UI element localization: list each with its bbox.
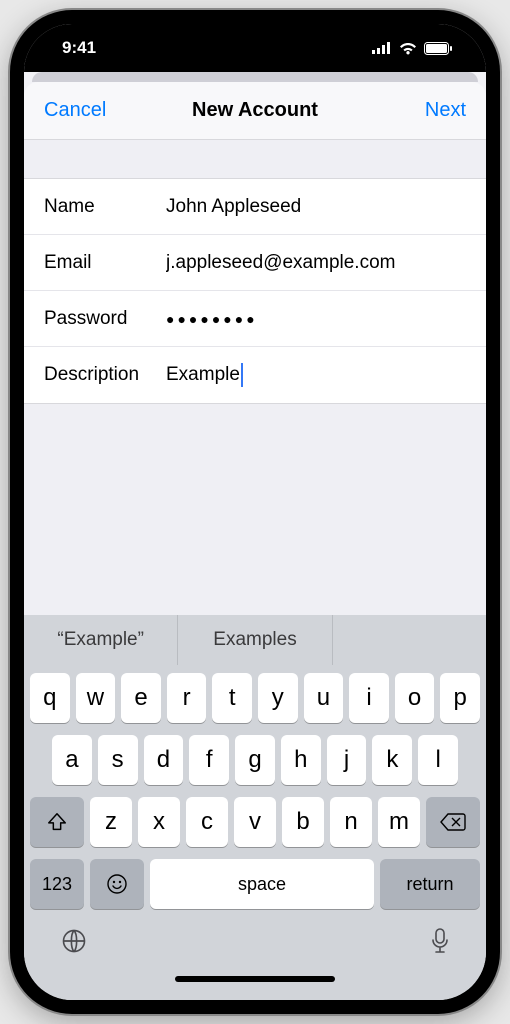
- page-title: New Account: [192, 99, 318, 122]
- key-b[interactable]: b: [282, 797, 324, 847]
- key-space[interactable]: space: [150, 859, 374, 909]
- key-h[interactable]: h: [281, 735, 321, 785]
- key-j[interactable]: j: [327, 735, 367, 785]
- notch: [145, 10, 365, 44]
- form: Name John Appleseed Email j.appleseed@ex…: [24, 178, 486, 404]
- key-f[interactable]: f: [189, 735, 229, 785]
- password-field[interactable]: ●●●●●●●●: [166, 311, 466, 327]
- key-p[interactable]: p: [440, 673, 480, 723]
- shift-icon: [46, 811, 68, 833]
- key-w[interactable]: w: [76, 673, 116, 723]
- home-indicator[interactable]: [175, 976, 335, 982]
- key-c[interactable]: c: [186, 797, 228, 847]
- key-l[interactable]: l: [418, 735, 458, 785]
- cellular-icon: [372, 42, 392, 54]
- key-x[interactable]: x: [138, 797, 180, 847]
- row-description[interactable]: Description Example: [24, 347, 486, 403]
- key-i[interactable]: i: [349, 673, 389, 723]
- status-right: [372, 41, 452, 55]
- status-time: 9:41: [62, 38, 96, 58]
- label-password: Password: [44, 308, 166, 330]
- label-description: Description: [44, 364, 166, 386]
- background-sheet: [32, 72, 478, 82]
- key-e[interactable]: e: [121, 673, 161, 723]
- next-button[interactable]: Next: [396, 99, 466, 122]
- screen: 9:41 Cancel New Account Next Name John A…: [24, 24, 486, 1000]
- wifi-icon: [398, 41, 418, 55]
- key-return[interactable]: return: [380, 859, 480, 909]
- globe-button[interactable]: [60, 927, 88, 960]
- key-emoji[interactable]: [90, 859, 144, 909]
- globe-icon: [60, 927, 88, 955]
- key-row-4: 123 space return: [30, 859, 480, 909]
- key-k[interactable]: k: [372, 735, 412, 785]
- key-a[interactable]: a: [52, 735, 92, 785]
- key-backspace[interactable]: [426, 797, 480, 847]
- key-n[interactable]: n: [330, 797, 372, 847]
- key-g[interactable]: g: [235, 735, 275, 785]
- battery-icon: [424, 42, 452, 55]
- section-gap: [24, 140, 486, 178]
- description-value: Example: [166, 364, 240, 385]
- key-t[interactable]: t: [212, 673, 252, 723]
- key-o[interactable]: o: [395, 673, 435, 723]
- content-spacer: [24, 404, 486, 615]
- key-m[interactable]: m: [378, 797, 420, 847]
- keyboard-suggestions: “Example” Examples: [24, 615, 486, 665]
- suggestion-1[interactable]: Examples: [178, 615, 332, 665]
- key-row-2: a s d f g h j k l: [30, 735, 480, 785]
- key-q[interactable]: q: [30, 673, 70, 723]
- keyboard: q w e r t y u i o p a s d f g h j k l: [24, 665, 486, 1000]
- backspace-icon: [440, 812, 466, 832]
- key-numbers[interactable]: 123: [30, 859, 84, 909]
- cancel-button[interactable]: Cancel: [44, 99, 114, 122]
- text-cursor: [241, 363, 243, 387]
- description-field[interactable]: Example: [166, 363, 466, 387]
- name-field[interactable]: John Appleseed: [166, 196, 466, 218]
- key-row-3: z x c v b n m: [30, 797, 480, 847]
- email-field[interactable]: j.appleseed@example.com: [166, 252, 466, 274]
- key-d[interactable]: d: [144, 735, 184, 785]
- key-row-1: q w e r t y u i o p: [30, 673, 480, 723]
- key-shift[interactable]: [30, 797, 84, 847]
- label-name: Name: [44, 196, 166, 218]
- emoji-icon: [105, 872, 129, 896]
- key-r[interactable]: r: [167, 673, 207, 723]
- row-name[interactable]: Name John Appleseed: [24, 179, 486, 235]
- keyboard-footer: [30, 921, 480, 972]
- suggestion-0[interactable]: “Example”: [24, 615, 178, 665]
- row-email[interactable]: Email j.appleseed@example.com: [24, 235, 486, 291]
- mic-icon: [430, 927, 450, 955]
- suggestion-2[interactable]: [333, 615, 486, 665]
- dictation-button[interactable]: [430, 927, 450, 960]
- key-z[interactable]: z: [90, 797, 132, 847]
- phone-frame: 9:41 Cancel New Account Next Name John A…: [10, 10, 500, 1014]
- key-u[interactable]: u: [304, 673, 344, 723]
- key-s[interactable]: s: [98, 735, 138, 785]
- navbar: Cancel New Account Next: [24, 82, 486, 140]
- row-password[interactable]: Password ●●●●●●●●: [24, 291, 486, 347]
- label-email: Email: [44, 252, 166, 274]
- key-v[interactable]: v: [234, 797, 276, 847]
- key-y[interactable]: y: [258, 673, 298, 723]
